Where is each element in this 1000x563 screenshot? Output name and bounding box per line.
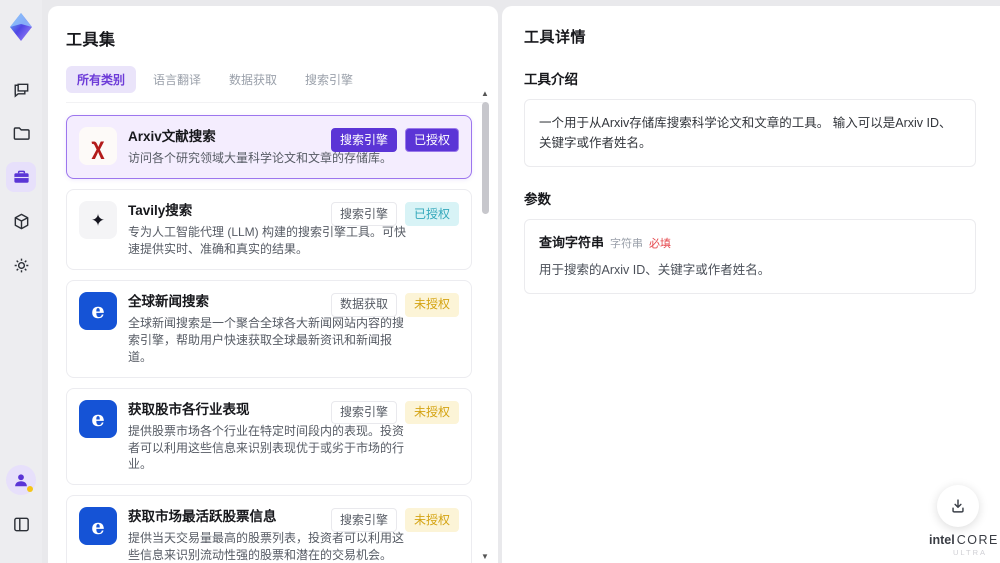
scroll-down-arrow[interactable]: ▼	[481, 553, 489, 561]
tool-tags: 搜索引擎 已授权	[330, 128, 459, 152]
auth-status-badge: 未授权	[404, 508, 459, 532]
param-row: 查询字符串 字符串 必填 用于搜索的Arxiv ID、关键字或作者姓名。	[539, 233, 961, 280]
tool-intro-text: 一个用于从Arxiv存储库搜索科学论文和文章的工具。 输入可以是Arxiv ID…	[524, 99, 976, 167]
category-tab[interactable]: 搜索引擎	[294, 66, 364, 93]
tool-description: 全球新闻搜索是一个聚合全球各大新闻网站内容的搜索引擎，帮助用户快速获取全球最新资…	[128, 316, 405, 364]
tool-card[interactable]: e 获取股市各行业表现 提供股票市场各个行业在特定时间段内的表现。投资者可以利用…	[66, 387, 472, 486]
gear-icon	[12, 256, 31, 275]
sidebar-item-models[interactable]	[6, 206, 36, 236]
app-window: 工具集 所有类别 语言翻译 数据获取 搜索引擎 χ Arxiv文献搜索 访问各个…	[0, 0, 1000, 563]
category-badge: 搜索引擎	[330, 128, 397, 152]
tool-card[interactable]: e 全球新闻搜索 全球新闻搜索是一个聚合全球各大新闻网站内容的搜索引擎，帮助用户…	[66, 279, 472, 378]
left-rail	[0, 0, 42, 563]
sidebar-item-chat[interactable]	[6, 74, 36, 104]
category-badge: 搜索引擎	[330, 508, 397, 532]
tool-description: 访问各个研究领域大量科学论文和文章的存储库。	[128, 151, 393, 166]
app-logo	[7, 12, 35, 42]
sidebar-item-tools[interactable]	[6, 162, 36, 192]
auth-status-badge: 已授权	[404, 202, 459, 226]
stock-app-logo-icon: e	[79, 399, 117, 438]
param-name: 查询字符串	[539, 235, 605, 250]
tool-list: χ Arxiv文献搜索 访问各个研究领域大量科学论文和文章的存储库。 搜索引擎 …	[66, 115, 498, 563]
download-button[interactable]	[937, 485, 979, 527]
user-avatar[interactable]	[6, 465, 36, 495]
tool-card[interactable]: e 获取市场最活跃股票信息 提供当天交易量最高的股票列表，投资者可以利用这些信息…	[66, 495, 472, 563]
scroll-up-arrow[interactable]: ▲	[481, 90, 489, 98]
download-icon	[949, 497, 967, 515]
page-title: 工具集	[66, 32, 116, 49]
category-badge: 搜索引擎	[330, 202, 397, 226]
category-tab[interactable]: 数据获取	[218, 66, 288, 93]
avatar-status-dot	[27, 486, 33, 492]
tool-tags: 搜索引擎 已授权	[330, 202, 459, 226]
detail-title: 工具详情	[524, 29, 587, 46]
panel-toggle-icon	[12, 515, 31, 534]
chat-icon	[12, 80, 31, 99]
news-app-logo-icon: e	[79, 291, 117, 330]
intel-core-logo: intel CORE ULTRA	[929, 533, 999, 557]
tool-list-panel: 工具集 所有类别 语言翻译 数据获取 搜索引擎 χ Arxiv文献搜索 访问各个…	[48, 6, 498, 563]
param-type: 字符串	[610, 238, 644, 250]
tavily-logo-icon: ✦	[79, 201, 117, 240]
folder-icon	[12, 124, 31, 143]
param-required-badge: 必填	[649, 238, 672, 250]
param-list: 查询字符串 字符串 必填 用于搜索的Arxiv ID、关键字或作者姓名。	[524, 219, 976, 294]
tool-description: 提供股票市场各个行业在特定时间段内的表现。投资者可以利用这些信息来识别表现优于或…	[128, 423, 405, 472]
tool-description: 提供当天交易量最高的股票列表，投资者可以利用这些信息来识别流动性强的股票和潜在的…	[128, 531, 405, 563]
floating-corner: intel CORE ULTRA	[929, 485, 999, 557]
tool-card[interactable]: ✦ Tavily搜索 专为人工智能代理 (LLM) 构建的搜索引擎工具。可快速提…	[66, 189, 472, 270]
category-badge: 搜索引擎	[330, 400, 397, 425]
category-tab[interactable]: 所有类别	[66, 66, 137, 93]
stock-app-logo-icon: e	[79, 507, 117, 546]
tool-detail-panel: 工具详情 工具介绍 一个用于从Arxiv存储库搜索科学论文和文章的工具。 输入可…	[502, 6, 1000, 563]
sidebar-item-settings[interactable]	[6, 250, 36, 280]
params-section-label: 参数	[524, 192, 551, 207]
tool-card[interactable]: χ Arxiv文献搜索 访问各个研究领域大量科学论文和文章的存储库。 搜索引擎 …	[66, 115, 472, 180]
param-description: 用于搜索的Arxiv ID、关键字或作者姓名。	[539, 262, 771, 277]
category-tabs: 所有类别 语言翻译 数据获取 搜索引擎	[66, 66, 484, 103]
auth-status-badge: 未授权	[404, 400, 459, 425]
toolbox-icon	[12, 168, 31, 187]
tool-tags: 数据获取 未授权	[330, 292, 459, 317]
tool-tags: 搜索引擎 未授权	[330, 400, 459, 425]
scrollbar-thumb[interactable]	[482, 102, 489, 214]
auth-status-badge: 未授权	[404, 292, 459, 317]
tool-description: 专为人工智能代理 (LLM) 构建的搜索引擎工具。可快速提供实时、准确和真实的结…	[128, 225, 407, 257]
category-tab[interactable]: 语言翻译	[142, 66, 212, 93]
tool-tags: 搜索引擎 未授权	[330, 508, 459, 532]
category-badge: 数据获取	[330, 292, 397, 317]
auth-status-badge: 已授权	[404, 128, 459, 152]
sidebar-item-files[interactable]	[6, 118, 36, 148]
arxiv-logo-icon: χ	[79, 127, 117, 165]
panel-toggle-button[interactable]	[6, 509, 36, 539]
intro-section-label: 工具介绍	[524, 72, 578, 87]
scrollbar[interactable]: ▲ ▼	[480, 90, 491, 561]
cube-icon	[12, 212, 31, 231]
